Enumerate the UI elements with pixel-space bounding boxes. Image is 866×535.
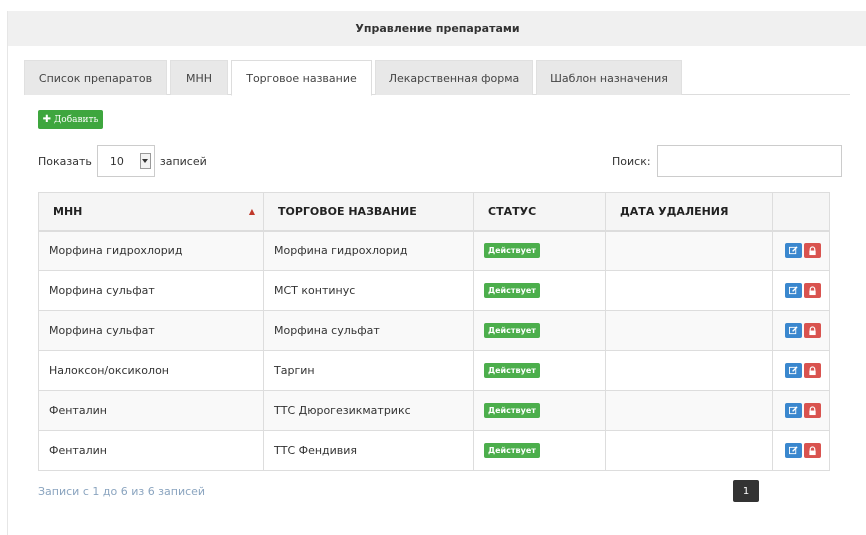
cell-mnn: Морфина сульфат: [38, 310, 264, 351]
cell-status: Действует: [473, 430, 606, 471]
search-label: Поиск:: [612, 154, 651, 168]
cell-deletion-date: [605, 270, 773, 311]
status-badge: Действует: [484, 283, 540, 298]
length-label-after: записей: [159, 154, 207, 168]
status-badge: Действует: [484, 323, 540, 338]
lock-button[interactable]: [804, 403, 821, 418]
lock-icon: [809, 325, 816, 335]
search-control: Поиск:: [612, 145, 842, 177]
lock-icon: [809, 246, 816, 255]
tab-bar: Список препаратов МНН Торговое название …: [24, 60, 850, 96]
status-badge: Действует: [484, 243, 540, 259]
table-info: Записи с 1 до 6 из 6 записей: [38, 485, 206, 498]
cell-deletion-date: [605, 390, 773, 431]
cell-trade-name: ТТС Фендивия: [263, 430, 474, 471]
table-row: Фенталин ТТС Фендивия Действует: [38, 430, 830, 471]
cell-mnn: Морфина сульфат: [38, 270, 264, 311]
cell-trade-name: ТТС Дюрогезикматрикс: [263, 390, 474, 431]
column-header-actions: [772, 192, 830, 232]
status-badge: Действует: [484, 403, 540, 418]
cell-mnn: Фенталин: [38, 430, 264, 471]
page-button-1[interactable]: 1: [733, 480, 759, 502]
cell-status: Действует: [473, 230, 606, 271]
table-header-row: МНН ▲ ТОРГОВОЕ НАЗВАНИЕ СТАТУС ДАТА УДАЛЕ…: [38, 192, 830, 232]
cell-mnn: Морфина гидрохлорид: [38, 230, 264, 271]
lock-button[interactable]: [804, 443, 821, 458]
cell-actions: [772, 230, 830, 271]
cell-actions: [772, 310, 830, 351]
cell-actions: [772, 390, 830, 431]
cell-trade-name: Морфина сульфат: [263, 310, 474, 351]
column-header-trade-name[interactable]: ТОРГОВОЕ НАЗВАНИЕ: [263, 192, 474, 232]
cell-trade-name: Таргин: [263, 350, 474, 391]
table-row: Фенталин ТТС Дюрогезикматрикс Действует: [38, 390, 830, 431]
page-length-control: Показать 10 записей: [38, 145, 207, 177]
plus-icon: ✚: [42, 114, 51, 125]
tab-dosage-form[interactable]: Лекарственная форма: [375, 60, 533, 95]
table-row: Морфина сульфат Морфина сульфат Действует: [38, 310, 830, 351]
table-body: Морфина гидрохлорид Морфина гидрохлорид Де…: [38, 230, 830, 471]
edit-button[interactable]: [785, 403, 802, 418]
table-row: Налоксон/оксиколон Таргин Действует: [38, 350, 830, 391]
edit-button[interactable]: [785, 443, 802, 458]
cell-trade-name: Морфина гидрохлорид: [263, 230, 474, 271]
add-button-label: Добавить: [53, 114, 99, 125]
cell-actions: [772, 270, 830, 311]
lock-icon: [809, 365, 816, 375]
edit-icon: [789, 286, 798, 295]
lock-button[interactable]: [804, 283, 821, 298]
search-input[interactable]: [656, 145, 842, 177]
column-header-mnn[interactable]: МНН ▲: [38, 192, 264, 232]
cell-actions: [772, 350, 830, 391]
column-header-deletion-date[interactable]: ДАТА УДАЛЕНИЯ: [605, 192, 773, 232]
tab-mnn[interactable]: МНН: [170, 60, 228, 95]
tab-drug-list[interactable]: Список препаратов: [24, 60, 167, 95]
add-button[interactable]: ✚ Добавить: [38, 110, 103, 129]
edit-button[interactable]: [785, 283, 802, 298]
cell-trade-name: МСТ континус: [263, 270, 474, 311]
status-badge: Действует: [484, 363, 540, 378]
cell-deletion-date: [605, 230, 773, 271]
chevron-down-icon: [139, 153, 151, 169]
edit-icon: [789, 246, 798, 255]
cell-deletion-date: [605, 310, 773, 351]
lock-icon: [809, 285, 816, 295]
page-length-select[interactable]: 10: [96, 145, 155, 177]
edit-icon: [789, 366, 798, 375]
column-header-status[interactable]: СТАТУС: [473, 192, 606, 232]
cell-actions: [772, 430, 830, 471]
lock-icon: [809, 405, 816, 415]
edit-button[interactable]: [785, 323, 802, 338]
cell-deletion-date: [605, 350, 773, 391]
cell-status: Действует: [473, 350, 606, 391]
table-row: Морфина гидрохлорид Морфина гидрохлорид Де…: [38, 230, 830, 271]
cell-status: Действует: [473, 390, 606, 431]
status-badge: Действует: [484, 443, 540, 458]
tab-prescription-template[interactable]: Шаблон назначения: [536, 60, 682, 95]
cell-mnn: Фенталин: [38, 390, 264, 431]
cell-status: Действует: [473, 270, 606, 311]
edit-button[interactable]: [785, 243, 802, 259]
lock-icon: [809, 445, 816, 455]
cell-status: Действует: [473, 310, 606, 351]
panel-header: Управление препаратами: [8, 11, 866, 46]
length-label-before: Показать: [38, 154, 92, 168]
edit-icon: [789, 406, 798, 415]
lock-button[interactable]: [804, 323, 821, 338]
page-title: Управление препаратами: [355, 22, 520, 35]
cell-mnn: Налоксон/оксиколон: [38, 350, 264, 391]
table-row: Морфина сульфат МСТ континус Действует: [38, 270, 830, 311]
column-header-label: МНН: [53, 204, 83, 218]
cell-deletion-date: [605, 430, 773, 471]
edit-icon: [789, 326, 798, 335]
drugs-table: МНН ▲ ТОРГОВОЕ НАЗВАНИЕ СТАТУС ДАТА УДАЛЕ…: [38, 192, 830, 471]
page-length-value: 10: [109, 154, 124, 168]
lock-button[interactable]: [804, 363, 821, 378]
tab-trade-name[interactable]: Торговое название: [231, 60, 372, 96]
edit-button[interactable]: [785, 363, 802, 378]
lock-button[interactable]: [804, 243, 821, 259]
sort-ascending-icon: ▲: [248, 206, 255, 216]
edit-icon: [789, 446, 798, 455]
